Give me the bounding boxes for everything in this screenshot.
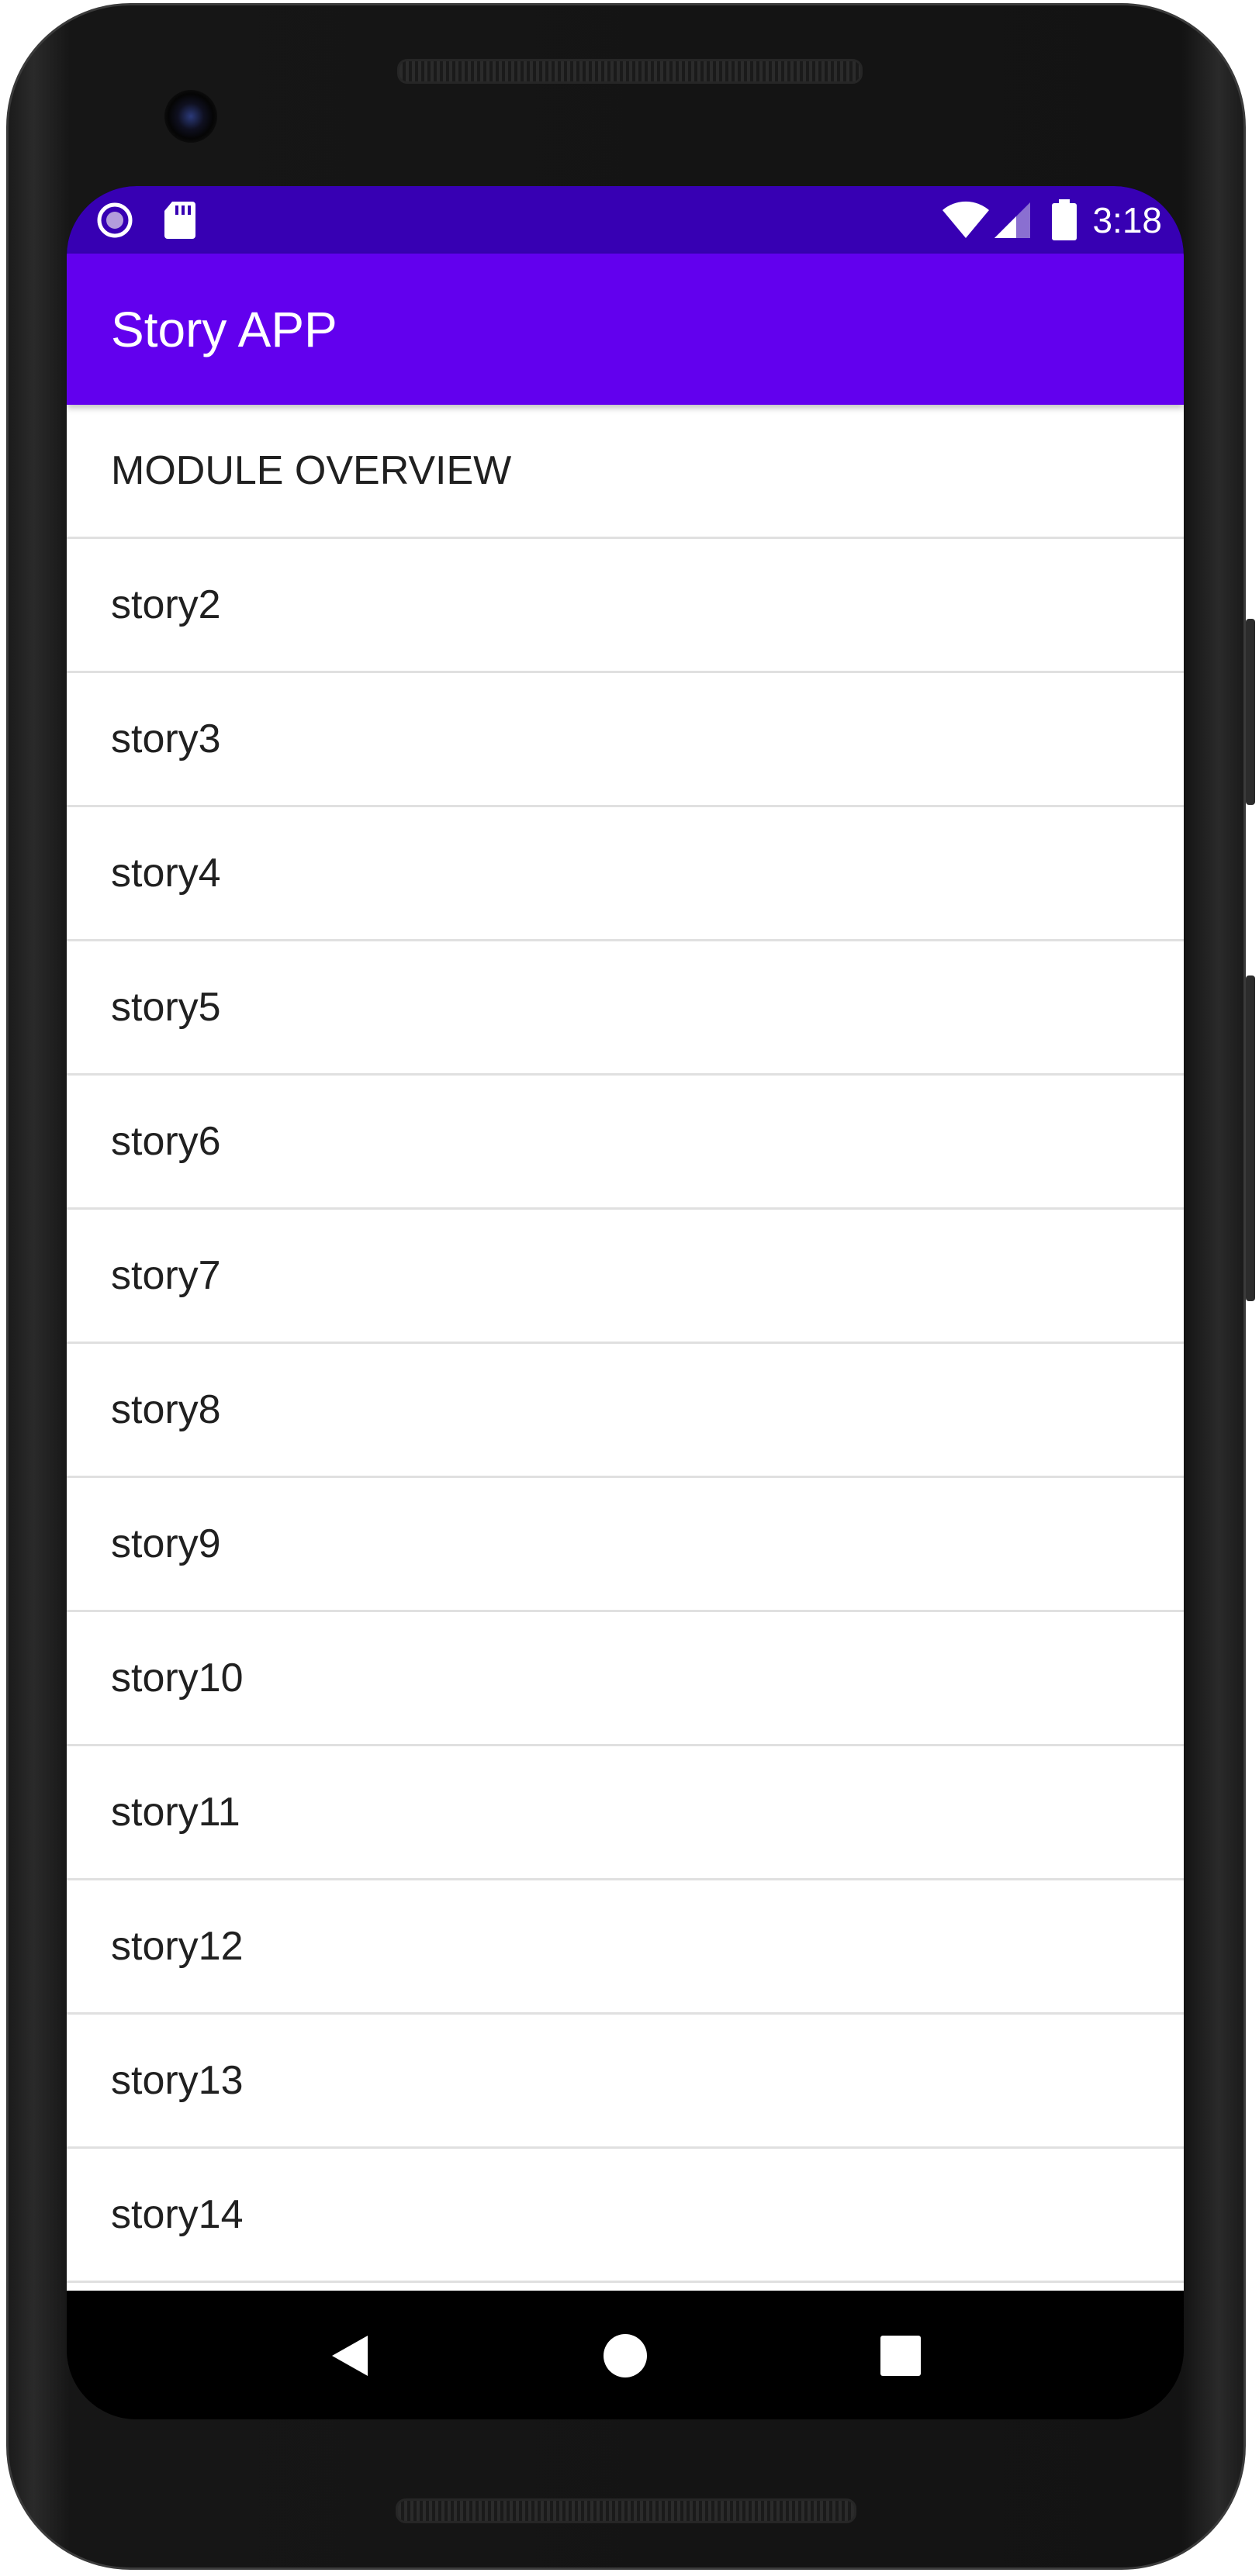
list-item-label: story4 xyxy=(111,851,221,896)
app-title: Story APP xyxy=(111,302,337,357)
recents-button[interactable] xyxy=(862,2317,939,2395)
top-speaker-grille xyxy=(397,59,863,84)
navigation-bar xyxy=(67,2291,1184,2419)
cell-signal-icon xyxy=(994,202,1031,238)
list-item-partial[interactable] xyxy=(67,2283,1184,2291)
list-item-story8[interactable]: story8 xyxy=(67,1344,1184,1478)
home-button[interactable] xyxy=(586,2317,664,2395)
list-item-story10[interactable]: story10 xyxy=(67,1612,1184,1746)
story-list[interactable]: MODULE OVERVIEW story2 story3 story4 sto… xyxy=(67,405,1184,2291)
list-item-label: story2 xyxy=(111,582,221,627)
list-item-story12[interactable]: story12 xyxy=(67,1880,1184,2015)
list-item-label: story10 xyxy=(111,1656,244,1701)
list-item-story14[interactable]: story14 xyxy=(67,2149,1184,2283)
status-bar: 3:18 xyxy=(67,186,1184,254)
status-time: 3:18 xyxy=(1092,200,1162,240)
list-item-label: story9 xyxy=(111,1521,221,1566)
list-item-label: story6 xyxy=(111,1119,221,1164)
wifi-icon xyxy=(943,201,990,238)
list-item-story11[interactable]: story11 xyxy=(67,1746,1184,1880)
list-item-story9[interactable]: story9 xyxy=(67,1478,1184,1612)
list-item-story7[interactable]: story7 xyxy=(67,1210,1184,1344)
back-button[interactable] xyxy=(310,2317,388,2395)
list-item-story13[interactable]: story13 xyxy=(67,2015,1184,2149)
screen: 3:18 Story APP MODULE OVERVIEW story2 st… xyxy=(67,186,1184,2419)
recents-icon xyxy=(880,2336,921,2376)
notification-circle-icon xyxy=(97,202,133,238)
list-item-label: MODULE OVERVIEW xyxy=(111,448,512,493)
list-item-label: story8 xyxy=(111,1387,221,1432)
list-item-label: story14 xyxy=(111,2192,244,2237)
list-item-label: story3 xyxy=(111,717,221,761)
list-item-label: story11 xyxy=(111,1790,240,1835)
list-item-story5[interactable]: story5 xyxy=(67,941,1184,1076)
list-item-story2[interactable]: story2 xyxy=(67,539,1184,673)
list-item-story3[interactable]: story3 xyxy=(67,673,1184,807)
list-item-label: story5 xyxy=(111,985,221,1030)
phone-device: 3:18 Story APP MODULE OVERVIEW story2 st… xyxy=(0,0,1259,2576)
power-button xyxy=(1246,619,1255,805)
app-bar: Story APP xyxy=(67,254,1184,405)
battery-icon xyxy=(1052,199,1077,240)
back-icon xyxy=(332,2336,368,2376)
list-item-label: story12 xyxy=(111,1924,244,1969)
list-item-story4[interactable]: story4 xyxy=(67,807,1184,941)
volume-button xyxy=(1246,975,1255,1301)
list-item-module-overview[interactable]: MODULE OVERVIEW xyxy=(67,405,1184,539)
list-item-label: story7 xyxy=(111,1253,221,1298)
sd-card-icon xyxy=(164,202,195,239)
home-icon xyxy=(604,2334,647,2377)
list-item-story6[interactable]: story6 xyxy=(67,1076,1184,1210)
status-indicators: 3:18 xyxy=(942,195,1162,245)
bottom-speaker-grille xyxy=(396,2498,856,2523)
list-item-label: story13 xyxy=(111,2058,244,2103)
front-camera xyxy=(164,90,217,143)
